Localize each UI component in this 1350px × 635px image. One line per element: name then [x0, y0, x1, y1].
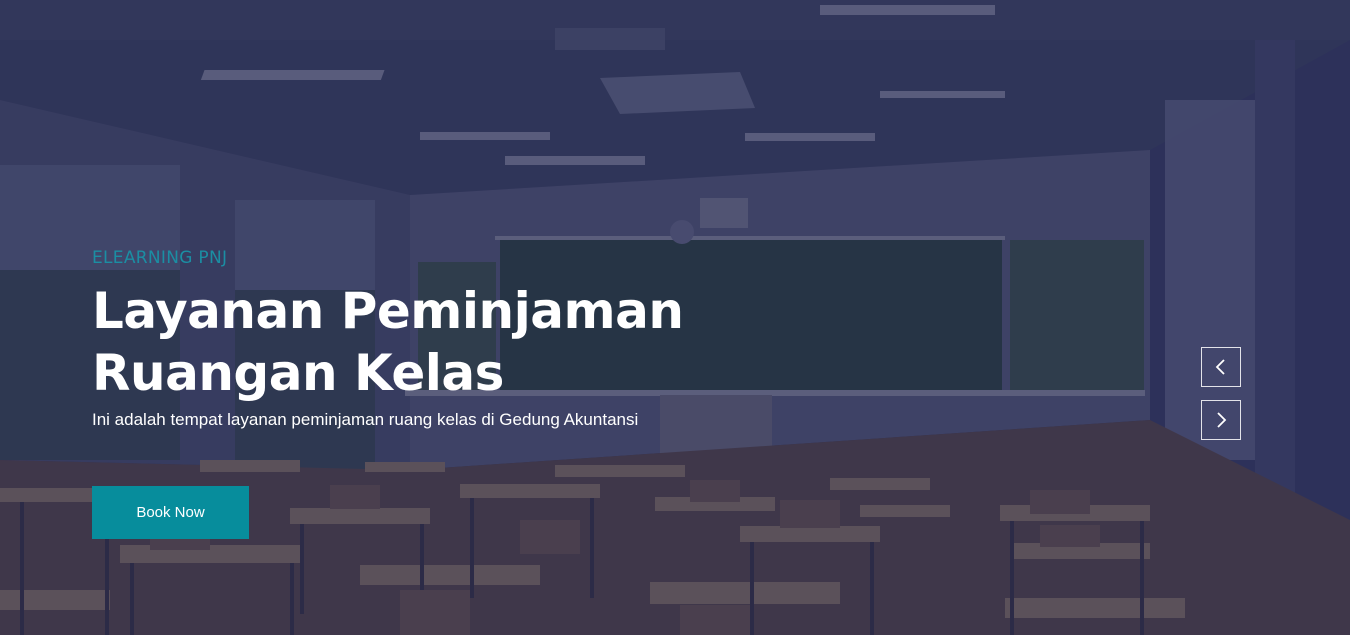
hero-title: Layanan Peminjaman Ruangan Kelas	[92, 280, 732, 404]
hero-subtitle: Ini adalah tempat layanan peminjaman rua…	[92, 410, 639, 429]
carousel-prev-button[interactable]	[1201, 347, 1241, 387]
chevron-right-icon	[1217, 412, 1227, 428]
carousel-next-button[interactable]	[1201, 400, 1241, 440]
hero-title-line-1: Layanan Peminjaman	[92, 282, 684, 340]
hero-slider: ELEARNING PNJ Layanan Peminjaman Ruangan…	[0, 0, 1350, 635]
book-now-button[interactable]: Book Now	[92, 486, 249, 539]
hero-title-line-2: Ruangan Kelas	[92, 344, 504, 402]
chevron-left-icon	[1215, 359, 1225, 375]
hero-caption: ELEARNING PNJ Layanan Peminjaman Ruangan…	[92, 246, 732, 432]
hero-eyebrow: ELEARNING PNJ	[92, 248, 228, 268]
